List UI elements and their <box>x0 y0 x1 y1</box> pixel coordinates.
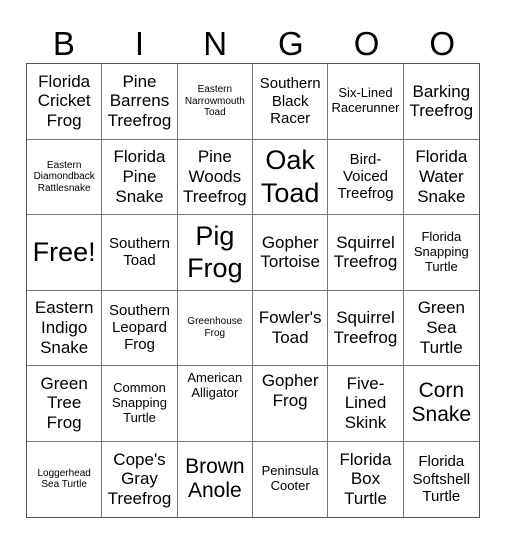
bingo-cell[interactable]: Florida Cricket Frog <box>27 64 103 140</box>
header-letter-o2: O <box>429 25 456 62</box>
bingo-cell[interactable]: Green Sea Turtle <box>403 291 479 366</box>
bingo-cell[interactable]: Eastern Narrowmouth Toad <box>177 64 253 140</box>
bingo-cell[interactable]: Barking Treefrog <box>403 64 479 140</box>
bingo-cell[interactable]: Corn Snake <box>403 366 479 442</box>
bingo-cell[interactable]: American Alligator <box>177 366 253 442</box>
header-letter-n: N <box>203 25 228 62</box>
bingo-card-grid: Florida Cricket Frog Pine Barrens Treefr… <box>26 63 480 518</box>
header-letter-o: O <box>353 25 380 62</box>
bingo-cell[interactable]: Cope's Gray Treefrog <box>102 441 178 517</box>
bingo-cell[interactable]: Five-Lined Skink <box>328 366 404 442</box>
bingo-cell[interactable]: Southern Toad <box>102 215 178 291</box>
bingo-cell[interactable]: Green Tree Frog <box>27 366 103 442</box>
bingo-cell[interactable]: Common Snapping Turtle <box>102 366 178 442</box>
bingo-cell[interactable]: Bird-Voiced Treefrog <box>328 139 404 215</box>
bingo-cell[interactable]: Florida Snapping Turtle <box>403 215 479 291</box>
bingo-cell[interactable]: Pine Barrens Treefrog <box>102 64 178 140</box>
bingo-cell[interactable]: Gopher Frog <box>253 366 329 442</box>
bingo-cell[interactable]: Six-Lined Racerunner <box>328 64 404 140</box>
bingo-cell[interactable]: Squirrel Treefrog <box>328 215 404 291</box>
bingo-cell[interactable]: Loggerhead Sea Turtle <box>27 441 103 517</box>
bingo-cell[interactable]: Squirrel Treefrog <box>328 290 404 366</box>
bingo-header: B I N G O O <box>26 22 480 66</box>
header-letter-g: G <box>278 25 304 62</box>
bingo-cell[interactable]: Florida Pine Snake <box>102 139 178 215</box>
header-letter-i: I <box>134 25 145 62</box>
bingo-cell[interactable]: Florida Water Snake <box>403 140 479 215</box>
bingo-cell[interactable]: Pig Frog <box>177 215 253 291</box>
bingo-cell[interactable]: Brown Anole <box>178 441 253 517</box>
bingo-cell[interactable]: Pine Woods Treefrog <box>177 139 253 215</box>
bingo-cell[interactable]: Greenhouse Frog <box>177 290 253 366</box>
bingo-cell[interactable]: Southern Leopard Frog <box>102 290 178 366</box>
header-letter-b: B <box>52 25 75 62</box>
bingo-cell[interactable]: Eastern Diamondback Rattlesnake <box>27 139 103 215</box>
bingo-cell[interactable]: Fowler's Toad <box>253 290 329 366</box>
bingo-cell[interactable]: Florida Box Turtle <box>328 441 404 517</box>
bingo-cell[interactable]: Southern Black Racer <box>253 64 329 140</box>
bingo-cell[interactable]: Gopher Tortoise <box>253 215 329 291</box>
bingo-cell[interactable]: Oak Toad <box>253 139 329 215</box>
bingo-cell-free[interactable]: Free! <box>27 215 103 291</box>
bingo-cell[interactable]: Eastern Indigo Snake <box>27 290 103 366</box>
bingo-cell[interactable]: Florida Softshell Turtle <box>404 442 479 518</box>
bingo-cell[interactable]: Peninsula Cooter <box>253 441 329 517</box>
